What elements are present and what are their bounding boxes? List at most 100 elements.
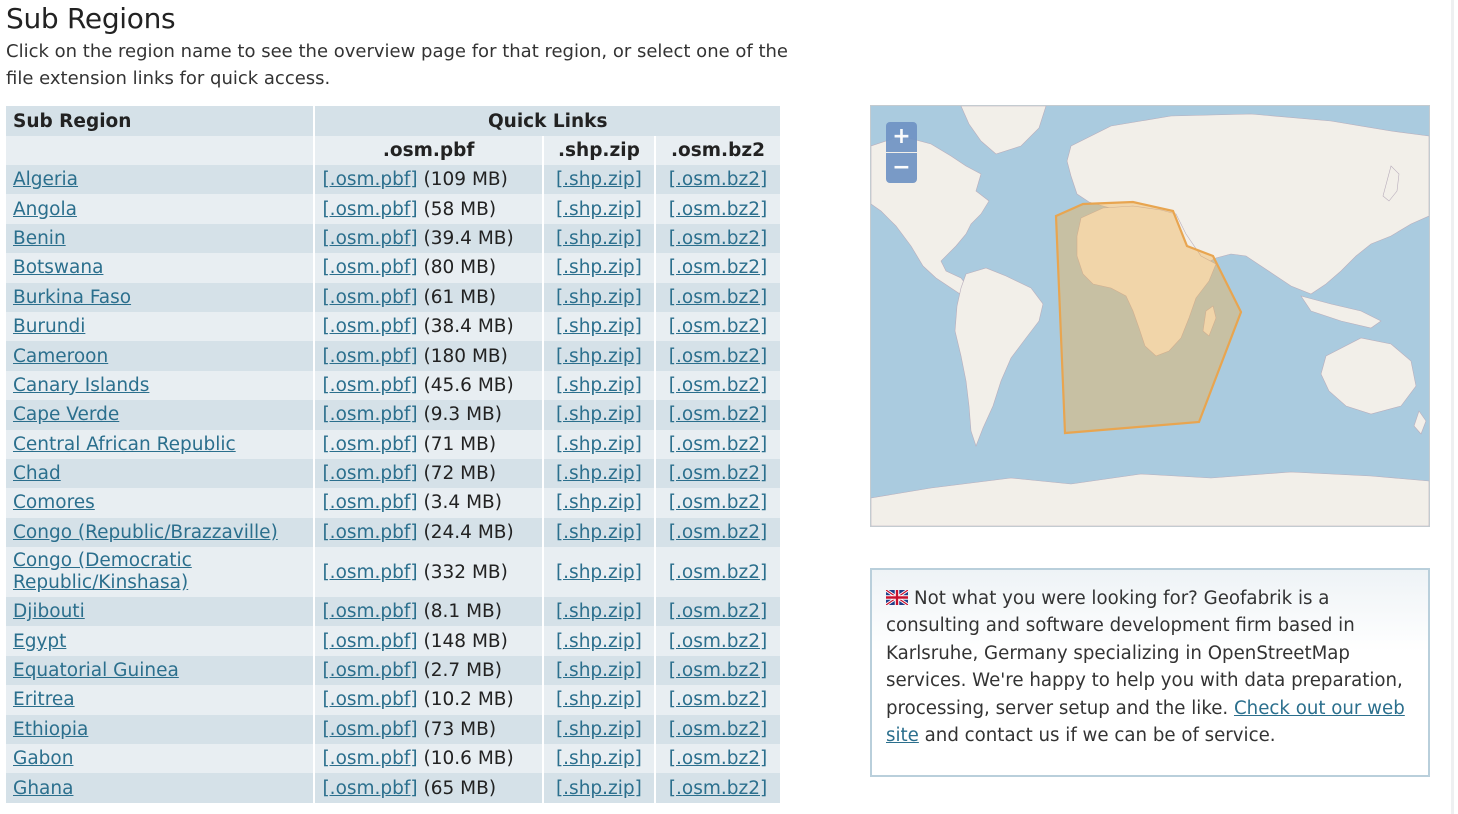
- bz2-cell: [.osm.bz2]: [656, 517, 780, 548]
- region-link[interactable]: Angola: [13, 199, 77, 220]
- uk-flag-icon: [886, 590, 908, 605]
- bz2-download-link[interactable]: [.osm.bz2]: [669, 199, 767, 220]
- region-name-cell: Benin: [6, 223, 314, 254]
- region-link[interactable]: Congo (Democratic Republic/Kinshasa): [13, 550, 213, 594]
- map-zoom-control: + −: [886, 122, 917, 183]
- bz2-download-link[interactable]: [.osm.bz2]: [669, 463, 767, 484]
- shp-download-link[interactable]: [.shp.zip]: [556, 199, 642, 220]
- bz2-download-link[interactable]: [.osm.bz2]: [669, 287, 767, 308]
- region-link[interactable]: Chad: [13, 463, 61, 484]
- table-row: Ethiopia [.osm.pbf] (73 MB) [.shp.zip] [.os…: [6, 714, 780, 745]
- pbf-download-link[interactable]: [.osm.pbf]: [322, 434, 417, 455]
- shp-download-link[interactable]: [.shp.zip]: [556, 228, 642, 249]
- shp-download-link[interactable]: [.shp.zip]: [556, 631, 642, 652]
- shp-cell: [.shp.zip]: [543, 253, 654, 283]
- region-link[interactable]: Central African Republic: [13, 434, 236, 455]
- zoom-in-button[interactable]: +: [886, 122, 917, 152]
- region-name-cell: Djibouti: [6, 597, 314, 627]
- pbf-download-link[interactable]: [.osm.pbf]: [322, 346, 417, 367]
- bz2-download-link[interactable]: [.osm.bz2]: [669, 631, 767, 652]
- shp-download-link[interactable]: [.shp.zip]: [556, 434, 642, 455]
- bz2-download-link[interactable]: [.osm.bz2]: [669, 169, 767, 190]
- region-link[interactable]: Botswana: [13, 257, 103, 278]
- shp-download-link[interactable]: [.shp.zip]: [556, 375, 642, 396]
- pbf-download-link[interactable]: [.osm.pbf]: [322, 404, 417, 425]
- shp-download-link[interactable]: [.shp.zip]: [556, 778, 642, 799]
- bz2-download-link[interactable]: [.osm.bz2]: [669, 228, 767, 249]
- region-map[interactable]: + −: [870, 105, 1430, 527]
- region-link[interactable]: Djibouti: [13, 601, 85, 622]
- shp-download-link[interactable]: [.shp.zip]: [556, 601, 642, 622]
- region-link[interactable]: Ghana: [13, 778, 73, 799]
- bz2-download-link[interactable]: [.osm.bz2]: [669, 601, 767, 622]
- region-name-cell: Central African Republic: [6, 429, 314, 459]
- bz2-download-link[interactable]: [.osm.bz2]: [669, 660, 767, 681]
- bz2-download-link[interactable]: [.osm.bz2]: [669, 562, 767, 583]
- bz2-download-link[interactable]: [.osm.bz2]: [669, 492, 767, 513]
- bz2-download-link[interactable]: [.osm.bz2]: [669, 375, 767, 396]
- table-row: Congo (Democratic Republic/Kinshasa) [.os…: [6, 547, 780, 598]
- pbf-cell: [.osm.pbf] (61 MB): [315, 282, 542, 312]
- shp-download-link[interactable]: [.shp.zip]: [556, 287, 642, 308]
- pbf-download-link[interactable]: [.osm.pbf]: [322, 228, 417, 249]
- region-link[interactable]: Gabon: [13, 748, 73, 769]
- pbf-download-link[interactable]: [.osm.pbf]: [322, 719, 417, 740]
- pbf-download-link[interactable]: [.osm.pbf]: [322, 199, 417, 220]
- pbf-download-link[interactable]: [.osm.pbf]: [322, 562, 417, 583]
- pbf-download-link[interactable]: [.osm.pbf]: [322, 463, 417, 484]
- region-link[interactable]: Burundi: [13, 316, 85, 337]
- region-name-cell: Gabon: [6, 744, 314, 774]
- pbf-download-link[interactable]: [.osm.pbf]: [322, 169, 417, 190]
- bz2-download-link[interactable]: [.osm.bz2]: [669, 719, 767, 740]
- pbf-download-link[interactable]: [.osm.pbf]: [322, 522, 417, 543]
- shp-download-link[interactable]: [.shp.zip]: [556, 689, 642, 710]
- pbf-download-link[interactable]: [.osm.pbf]: [322, 375, 417, 396]
- pbf-download-link[interactable]: [.osm.pbf]: [322, 748, 417, 769]
- pbf-download-link[interactable]: [.osm.pbf]: [322, 660, 417, 681]
- shp-download-link[interactable]: [.shp.zip]: [556, 169, 642, 190]
- bz2-download-link[interactable]: [.osm.bz2]: [669, 404, 767, 425]
- shp-download-link[interactable]: [.shp.zip]: [556, 257, 642, 278]
- shp-download-link[interactable]: [.shp.zip]: [556, 316, 642, 337]
- pbf-download-link[interactable]: [.osm.pbf]: [322, 492, 417, 513]
- bz2-download-link[interactable]: [.osm.bz2]: [669, 522, 767, 543]
- region-link[interactable]: Cape Verde: [13, 404, 119, 425]
- map-canvas[interactable]: [871, 106, 1429, 526]
- region-link[interactable]: Congo (Republic/Brazzaville): [13, 522, 278, 543]
- region-link[interactable]: Eritrea: [13, 689, 75, 710]
- bz2-download-link[interactable]: [.osm.bz2]: [669, 778, 767, 799]
- shp-download-link[interactable]: [.shp.zip]: [556, 346, 642, 367]
- zoom-out-button[interactable]: −: [886, 153, 917, 183]
- bz2-download-link[interactable]: [.osm.bz2]: [669, 316, 767, 337]
- pbf-download-link[interactable]: [.osm.pbf]: [322, 316, 417, 337]
- pbf-download-link[interactable]: [.osm.pbf]: [322, 631, 417, 652]
- pbf-download-link[interactable]: [.osm.pbf]: [322, 601, 417, 622]
- region-link[interactable]: Canary Islands: [13, 375, 149, 396]
- shp-download-link[interactable]: [.shp.zip]: [556, 492, 642, 513]
- pbf-download-link[interactable]: [.osm.pbf]: [322, 778, 417, 799]
- bz2-download-link[interactable]: [.osm.bz2]: [669, 257, 767, 278]
- shp-download-link[interactable]: [.shp.zip]: [556, 522, 642, 543]
- shp-download-link[interactable]: [.shp.zip]: [556, 660, 642, 681]
- shp-download-link[interactable]: [.shp.zip]: [556, 463, 642, 484]
- bz2-download-link[interactable]: [.osm.bz2]: [669, 346, 767, 367]
- shp-download-link[interactable]: [.shp.zip]: [556, 404, 642, 425]
- pbf-download-link[interactable]: [.osm.pbf]: [322, 287, 417, 308]
- bz2-download-link[interactable]: [.osm.bz2]: [669, 748, 767, 769]
- pbf-download-link[interactable]: [.osm.pbf]: [322, 257, 417, 278]
- pbf-download-link[interactable]: [.osm.pbf]: [322, 689, 417, 710]
- region-link[interactable]: Burkina Faso: [13, 287, 131, 308]
- region-link[interactable]: Cameroon: [13, 346, 108, 367]
- shp-download-link[interactable]: [.shp.zip]: [556, 719, 642, 740]
- bz2-download-link[interactable]: [.osm.bz2]: [669, 434, 767, 455]
- shp-download-link[interactable]: [.shp.zip]: [556, 748, 642, 769]
- region-link[interactable]: Ethiopia: [13, 719, 88, 740]
- region-link[interactable]: Comores: [13, 492, 95, 513]
- region-link[interactable]: Algeria: [13, 169, 78, 190]
- region-link[interactable]: Equatorial Guinea: [13, 660, 179, 681]
- region-link[interactable]: Egypt: [13, 631, 66, 652]
- region-link[interactable]: Benin: [13, 228, 66, 249]
- file-size: (8.1 MB): [423, 601, 502, 623]
- shp-download-link[interactable]: [.shp.zip]: [556, 562, 642, 583]
- bz2-download-link[interactable]: [.osm.bz2]: [669, 689, 767, 710]
